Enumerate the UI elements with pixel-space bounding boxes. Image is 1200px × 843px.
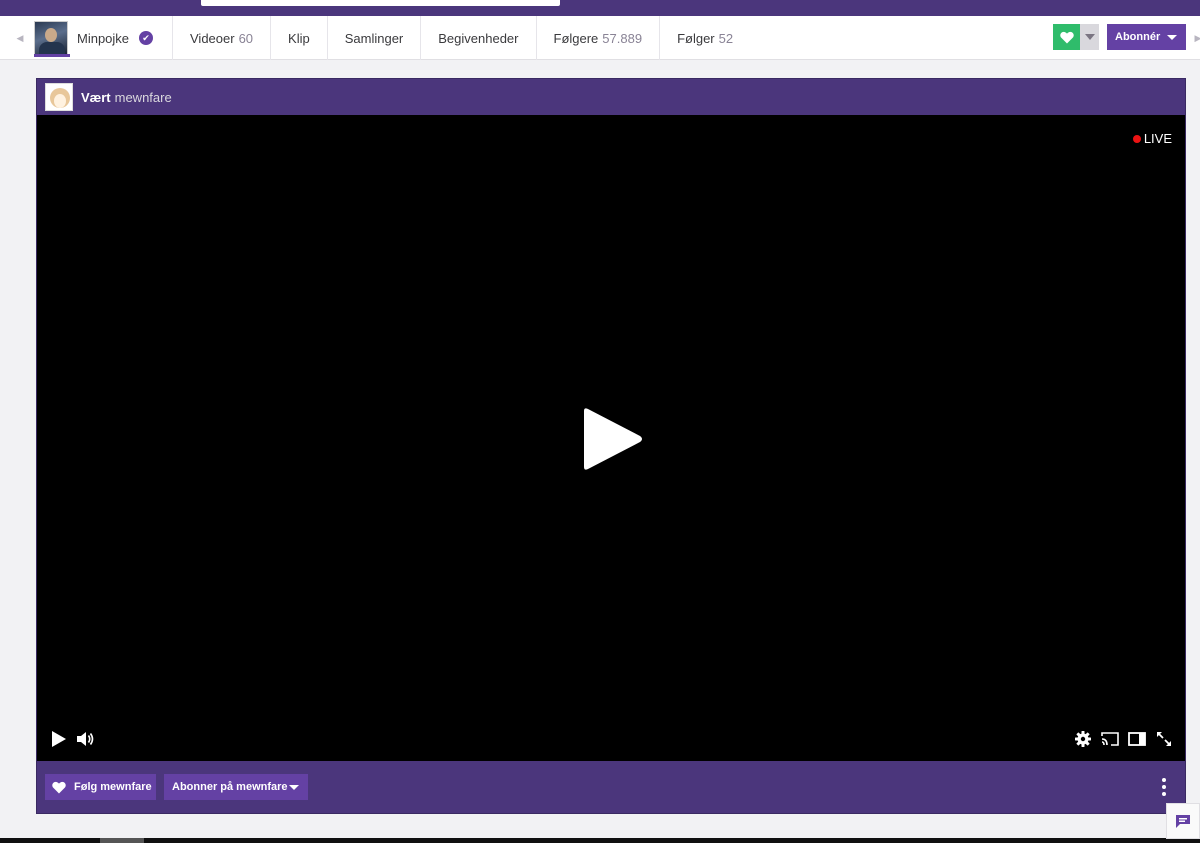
tab-events[interactable]: Begivenheder <box>420 16 535 60</box>
host-label: Vært <box>81 89 111 105</box>
settings-button[interactable] <box>1074 729 1092 749</box>
tab-videos[interactable]: Videoer 60 <box>172 16 270 60</box>
subscribe-host-button[interactable]: Abonner på mewnfare <box>164 774 308 800</box>
heart-icon <box>52 781 66 793</box>
action-bar: Følg mewnfare Abonner på mewnfare <box>37 761 1185 813</box>
play-icon[interactable] <box>582 407 644 471</box>
caret-down-icon <box>289 785 299 790</box>
active-tab-indicator <box>34 54 70 57</box>
tab-clips[interactable]: Klip <box>270 16 327 60</box>
live-indicator: LIVE <box>1132 131 1172 146</box>
top-navigation-bar <box>0 0 1200 16</box>
subscribe-button[interactable]: Abonnér <box>1107 24 1186 50</box>
follow-dropdown-button[interactable] <box>1080 24 1099 50</box>
tab-label: Følger <box>677 30 715 46</box>
tab-label: Klip <box>288 30 310 46</box>
follow-button-group <box>1053 24 1099 50</box>
volume-icon <box>77 732 94 746</box>
volume-button[interactable] <box>77 729 95 749</box>
chevron-right-icon[interactable]: ▶ <box>1188 16 1200 60</box>
scrollbar-thumb[interactable] <box>100 838 144 843</box>
tab-followers[interactable]: Følgere 57.889 <box>535 16 660 60</box>
tab-count: 60 <box>238 30 254 46</box>
tab-label: Begivenheder <box>438 30 519 46</box>
host-avatar[interactable] <box>45 83 73 111</box>
follow-host-label: Følg mewnfare <box>74 781 152 793</box>
tab-label: Følgere <box>553 30 599 46</box>
follow-heart-button[interactable] <box>1053 24 1080 50</box>
play-button[interactable] <box>51 729 67 749</box>
tab-label: Samlinger <box>344 30 404 46</box>
channel-name[interactable]: Minpojke <box>77 31 129 46</box>
more-vertical-icon[interactable] <box>1155 776 1173 798</box>
video-player[interactable]: LIVE <box>37 115 1185 761</box>
chevron-left-icon[interactable]: ◀ <box>10 16 30 60</box>
verified-badge-icon: ✔ <box>139 31 154 45</box>
horizontal-scrollbar[interactable] <box>0 838 1200 843</box>
settings-gear-icon <box>1075 731 1091 747</box>
tab-count: 52 <box>718 30 734 46</box>
host-bar: Vært mewnfare <box>37 79 1185 115</box>
follow-host-button[interactable]: Følg mewnfare <box>45 774 156 800</box>
host-info: Vært mewnfare <box>81 90 172 105</box>
channel-avatar[interactable] <box>34 21 68 55</box>
heart-icon <box>1059 31 1074 43</box>
host-channel-link[interactable]: mewnfare <box>115 90 172 105</box>
subscribe-host-label: Abonner på mewnfare <box>172 781 288 793</box>
tab-label: Videoer <box>190 30 235 46</box>
tab-count: 57.889 <box>602 30 643 46</box>
chat-bubble-icon <box>1176 814 1190 828</box>
tab-following[interactable]: Følger 52 <box>659 16 750 60</box>
cast-button[interactable] <box>1100 729 1120 749</box>
live-dot-icon <box>1132 134 1141 143</box>
chat-toggle-button[interactable] <box>1166 803 1200 839</box>
channel-tabs: Videoer 60 Klip Samlinger Begivenheder F… <box>172 16 750 60</box>
hosted-stream-panel: Vært mewnfare LIVE Følg mewnfare Abonner… <box>36 78 1186 814</box>
caret-down-icon <box>1084 34 1095 40</box>
live-label: LIVE <box>1143 131 1172 146</box>
cast-icon <box>1101 732 1119 746</box>
play-icon <box>52 731 66 747</box>
caret-down-icon <box>1167 35 1177 40</box>
subscribe-label: Abonnér <box>1115 31 1161 43</box>
channel-navigation: ◀ Minpojke ✔ Videoer 60 Klip Samlinger B… <box>0 16 1200 60</box>
tab-collections[interactable]: Samlinger <box>326 16 421 60</box>
search-bar[interactable] <box>201 0 560 6</box>
theatre-mode-button[interactable] <box>1127 729 1147 749</box>
fullscreen-icon <box>1157 732 1171 746</box>
fullscreen-button[interactable] <box>1154 729 1174 749</box>
theatre-mode-icon <box>1128 732 1146 746</box>
